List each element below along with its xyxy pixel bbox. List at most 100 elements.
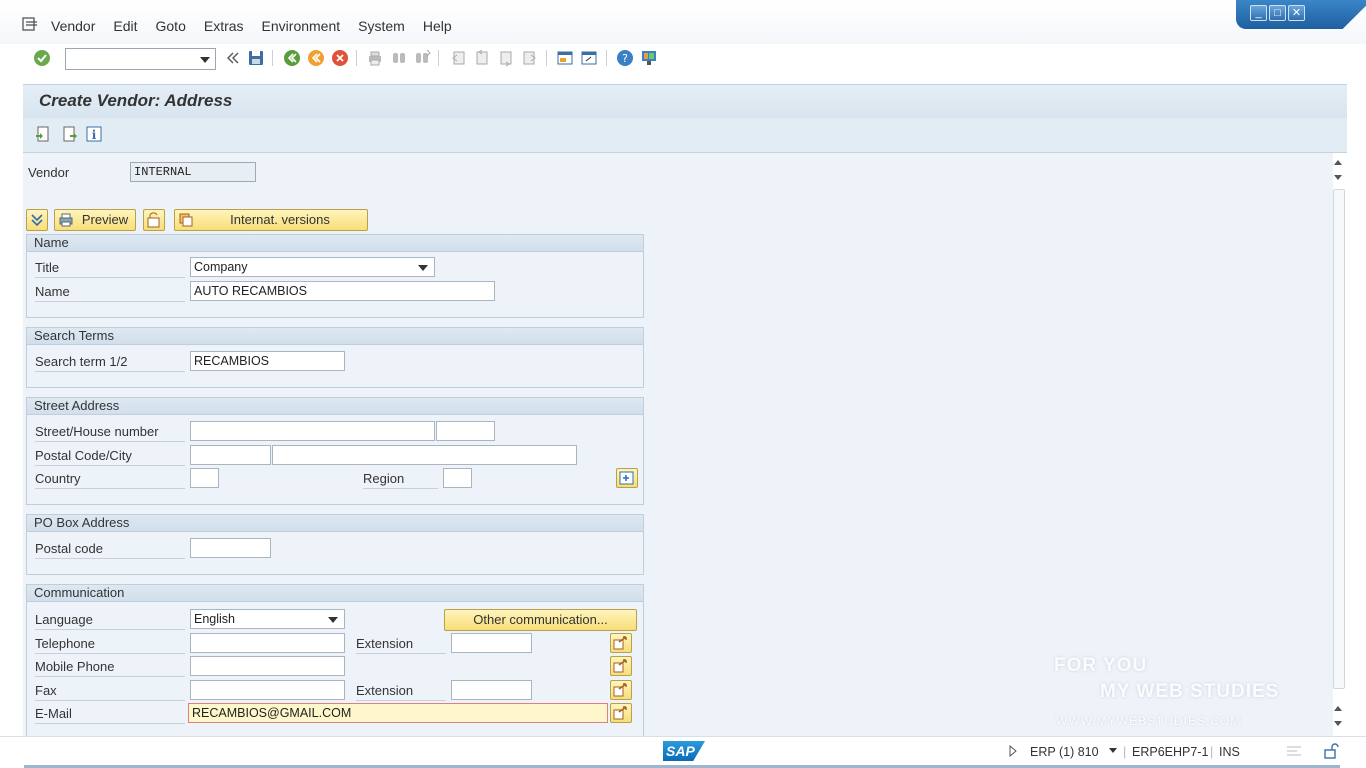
page-title: Create Vendor: Address	[39, 91, 233, 110]
info-icon[interactable]: i	[86, 126, 102, 142]
fax-more-button[interactable]	[610, 680, 632, 700]
divider	[35, 700, 185, 701]
address-check-button[interactable]	[143, 209, 165, 231]
divider	[35, 653, 185, 654]
telephone-extension-field[interactable]	[451, 633, 532, 653]
previous-page-icon[interactable]	[473, 49, 491, 67]
help-icon[interactable]: ?	[616, 49, 634, 67]
system-info: ERP (1) 810	[1030, 745, 1099, 759]
exit-icon[interactable]	[307, 49, 325, 67]
next-page-icon[interactable]	[497, 49, 515, 67]
minimize-button[interactable]: _	[1250, 5, 1267, 21]
language-select[interactable]: English	[190, 609, 345, 629]
svg-text:i: i	[92, 128, 97, 142]
next-screen-icon[interactable]	[62, 126, 78, 142]
other-communication-button[interactable]: Other communication...	[444, 609, 637, 631]
separator	[356, 50, 357, 66]
divider	[35, 488, 185, 489]
scroll-up-icon[interactable]	[1332, 157, 1344, 167]
separator	[546, 50, 547, 66]
name-group-header: Name	[27, 235, 643, 252]
menu-system[interactable]: System	[358, 18, 405, 34]
internat-versions-button[interactable]: Internat. versions	[174, 209, 368, 231]
back-double-icon[interactable]	[224, 49, 242, 67]
other-vendor-icon[interactable]	[35, 126, 51, 142]
play-icon[interactable]	[1008, 745, 1018, 757]
scroll-down-icon[interactable]	[1332, 719, 1344, 729]
find-icon[interactable]	[390, 49, 408, 67]
preview-button[interactable]: Preview	[54, 209, 136, 231]
postal-code-field[interactable]	[190, 445, 271, 465]
menu-extras[interactable]: Extras	[204, 18, 244, 34]
scroll-down-icon[interactable]	[1332, 173, 1344, 183]
cancel-icon[interactable]	[331, 49, 349, 67]
telephone-more-button[interactable]	[610, 633, 632, 653]
mobile-field[interactable]	[190, 656, 345, 676]
collapse-button[interactable]	[26, 209, 48, 231]
vertical-scrollbar[interactable]	[1330, 155, 1346, 735]
menu-help[interactable]: Help	[423, 18, 452, 34]
telephone-field[interactable]	[190, 633, 345, 653]
postal-city-label: Postal Code/City	[35, 448, 132, 463]
separator: |	[1210, 745, 1214, 759]
back-icon[interactable]	[283, 49, 301, 67]
more-fields-button[interactable]	[616, 468, 638, 488]
arrow-right-icon	[613, 683, 627, 697]
find-next-icon[interactable]	[413, 49, 431, 67]
menu-goto[interactable]: Goto	[156, 18, 186, 34]
last-page-icon[interactable]	[521, 49, 539, 67]
country-field[interactable]	[190, 468, 219, 488]
search-term-field[interactable]: RECAMBIOS	[190, 351, 345, 371]
scroll-thumb[interactable]	[1333, 189, 1345, 689]
city-field[interactable]	[272, 445, 577, 465]
email-more-button[interactable]	[610, 703, 632, 723]
mobile-more-button[interactable]	[610, 656, 632, 676]
layout-icon[interactable]	[1285, 743, 1303, 759]
arrow-right-icon	[613, 706, 627, 720]
enter-icon[interactable]	[33, 49, 51, 67]
chevron-down-icon[interactable]	[200, 57, 210, 63]
po-postal-field[interactable]	[190, 538, 271, 558]
scroll-up-icon[interactable]	[1332, 703, 1344, 713]
divider	[35, 723, 185, 724]
content-area: Vendor INTERNAL Preview Internat. versio…	[23, 153, 1333, 736]
chevron-down-icon[interactable]	[1108, 747, 1118, 755]
street-field[interactable]	[190, 421, 435, 441]
fax-extension-field[interactable]	[451, 680, 532, 700]
search-terms-group: Search Terms Search term 1/2 RECAMBIOS	[26, 327, 644, 388]
separator: |	[1123, 745, 1127, 759]
separator	[606, 50, 607, 66]
standard-toolbar: ?	[0, 44, 1366, 74]
save-icon[interactable]	[247, 49, 265, 67]
title-select[interactable]: Company	[190, 257, 435, 277]
maximize-button[interactable]: □	[1269, 5, 1286, 21]
menu-icon[interactable]	[22, 17, 38, 31]
po-box-header: PO Box Address	[27, 515, 643, 532]
name-field[interactable]: AUTO RECAMBIOS	[190, 281, 495, 301]
customize-layout-icon[interactable]	[640, 49, 658, 67]
new-session-icon[interactable]	[556, 49, 574, 67]
sap-logo: SAP	[663, 741, 705, 761]
fax-label: Fax	[35, 683, 57, 698]
region-field[interactable]	[443, 468, 472, 488]
shortcut-icon[interactable]	[580, 49, 598, 67]
internat-versions-label: Internat. versions	[230, 212, 330, 227]
house-number-field[interactable]	[436, 421, 495, 441]
divider	[35, 629, 185, 630]
menu-environment[interactable]: Environment	[262, 18, 341, 34]
fax-field[interactable]	[190, 680, 345, 700]
divider	[35, 441, 185, 442]
lock-icon[interactable]	[1322, 742, 1340, 760]
arrow-right-icon	[613, 636, 627, 650]
email-field[interactable]: RECAMBIOS@GMAIL.COM	[188, 703, 608, 723]
print-icon[interactable]	[366, 49, 384, 67]
expand-fields-icon	[619, 471, 634, 485]
menu-edit[interactable]: Edit	[113, 18, 137, 34]
name-group: Name Title Company Name AUTO RECAMBIOS	[26, 234, 644, 318]
first-page-icon[interactable]	[449, 49, 467, 67]
street-label: Street/House number	[35, 424, 159, 439]
menu-vendor[interactable]: Vendor	[51, 18, 95, 34]
vendor-label: Vendor	[28, 165, 70, 180]
close-button[interactable]: ✕	[1288, 5, 1305, 21]
command-field[interactable]	[65, 48, 216, 70]
